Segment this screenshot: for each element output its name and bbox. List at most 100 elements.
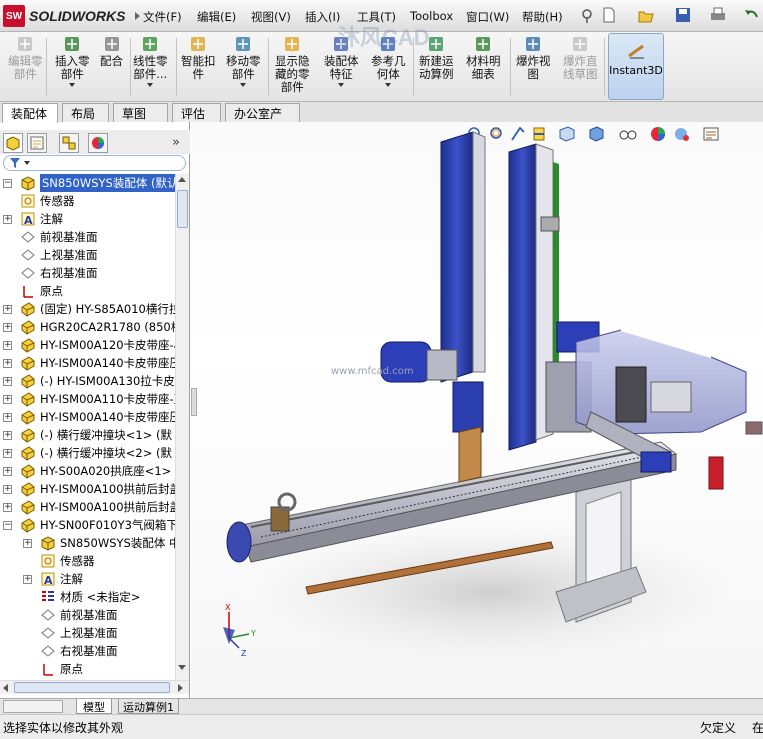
tree-item[interactable]: + (-) 横行缓冲撞块<1> (默 (0, 426, 175, 444)
solidworks-logo[interactable]: SW SOLIDWORKS (3, 5, 141, 27)
tree-expander-icon[interactable]: + (3, 431, 12, 440)
undo-icon[interactable] (742, 6, 760, 24)
feature-manager-tab[interactable] (3, 133, 23, 153)
tree-item[interactable]: + HY-ISM00A140卡皮带座压 (0, 354, 175, 372)
pin-icon[interactable] (578, 6, 596, 24)
menu-item-1[interactable]: 编辑(E) (197, 9, 236, 25)
tool-button-12[interactable]: 爆炸直 线草图 (563, 34, 598, 81)
configuration-manager-tab[interactable] (59, 133, 79, 153)
panel-expand-icon[interactable]: » (172, 135, 180, 150)
open-folder-icon[interactable] (637, 6, 655, 24)
tree-item[interactable]: 前视基准面 (0, 606, 175, 624)
bottom-nav-buttons[interactable] (3, 700, 63, 713)
instant3d-button[interactable]: Instant3D (608, 33, 664, 100)
scroll-up-icon[interactable] (178, 177, 186, 182)
assembly-model[interactable]: X Y Z www.mfcad.com (191, 122, 763, 698)
tab-motion-study[interactable]: 运动算例1 (118, 699, 179, 714)
tool-button-2[interactable]: 配合 (100, 34, 123, 68)
tree-expander-icon[interactable]: + (23, 539, 32, 548)
tool-button-0[interactable]: 编辑零 部件 (8, 34, 43, 81)
tree-expander-icon[interactable]: + (3, 413, 12, 422)
tree-expander-icon[interactable]: + (3, 215, 12, 224)
tree-horizontal-scrollbar[interactable] (0, 680, 189, 694)
tree-item[interactable]: − HY-SN00F010Y3气阀箱下层 (0, 516, 175, 534)
tree-item[interactable]: + HY-ISM00A110卡皮带座-直 (0, 390, 175, 408)
tree-expander-icon[interactable]: + (3, 449, 12, 458)
tree-item[interactable]: 传感器 (0, 192, 175, 210)
h-scroll-thumb[interactable] (14, 682, 170, 693)
tree-item[interactable]: 原点 (0, 660, 175, 678)
tool-button-4[interactable]: 智能扣件 (181, 34, 216, 81)
tool-button-5[interactable]: 移动零 部件 (226, 34, 261, 87)
dropdown-arrow-icon[interactable] (69, 83, 76, 87)
print-icon[interactable] (709, 6, 727, 24)
scroll-down-icon[interactable] (178, 665, 186, 670)
tree-item[interactable]: 传感器 (0, 552, 175, 570)
tree-filter[interactable] (3, 155, 186, 171)
dropdown-arrow-icon[interactable] (147, 83, 154, 87)
tree-item[interactable]: + HY-S00A020拱底座<1> (默 (0, 462, 175, 480)
new-document-icon[interactable] (600, 6, 618, 24)
scroll-thumb[interactable] (177, 190, 188, 228)
tree-expander-icon[interactable]: − (3, 179, 12, 188)
tree-item[interactable]: + HGR20CA2R1780 (850横行 (0, 318, 175, 336)
panel-collapse-handle[interactable] (191, 388, 197, 416)
tree-expander-icon[interactable]: + (3, 377, 12, 386)
tab-3[interactable]: 评估 (172, 103, 221, 122)
dropdown-arrow-icon[interactable] (338, 83, 345, 87)
tree-item[interactable]: 右视基准面 (0, 642, 175, 660)
menu-item-7[interactable]: 帮助(H) (522, 9, 563, 25)
tab-2[interactable]: 草图 (113, 103, 168, 122)
tree-expander-icon[interactable]: + (3, 359, 12, 368)
tree-item[interactable]: 上视基准面 (0, 624, 175, 642)
scroll-left-icon[interactable] (3, 684, 8, 692)
menu-item-2[interactable]: 视图(V) (251, 9, 291, 25)
dropdown-arrow-icon[interactable] (240, 83, 247, 87)
menu-item-3[interactable]: 插入(I) (305, 9, 340, 25)
tree-item[interactable]: + HY-ISM00A140卡皮带座压 (0, 408, 175, 426)
dropdown-arrow-icon[interactable] (385, 83, 392, 87)
tree-item[interactable]: + SN850WSYS装配体 中的 (0, 534, 175, 552)
tree-expander-icon[interactable]: + (23, 575, 32, 584)
tree-item[interactable]: + HY-ISM00A100拱前后封盖 (0, 480, 175, 498)
tab-4[interactable]: 办公室产品 (225, 103, 300, 138)
tree-expander-icon[interactable]: + (3, 323, 12, 332)
tab-0[interactable]: 装配体 (2, 103, 58, 123)
tree-item[interactable]: − SN850WSYS装配体 (默认<显 (0, 174, 175, 192)
tree-item[interactable]: 材质 <未指定> (0, 588, 175, 606)
menu-item-0[interactable]: 文件(F) (143, 9, 182, 25)
tool-button-1[interactable]: 插入零 部件 (55, 34, 90, 87)
filter-drop-icon[interactable] (24, 161, 30, 165)
tree-expander-icon[interactable]: + (3, 395, 12, 404)
property-manager-tab[interactable] (27, 133, 47, 153)
tab-1[interactable]: 布局 (62, 103, 109, 122)
tree-item[interactable]: + A 注解 (0, 210, 175, 228)
tool-button-3[interactable]: 线性零 部件... (133, 34, 168, 87)
tree-item[interactable]: + HY-ISM00A100拱前后封盖 (0, 498, 175, 516)
tool-button-6[interactable]: 显示隐 藏的零 部件 (275, 34, 310, 94)
tree-item[interactable]: 原点 (0, 282, 175, 300)
tree-item[interactable]: + (-) 横行缓冲撞块<2> (默 (0, 444, 175, 462)
tree-item[interactable]: 前视基准面 (0, 228, 175, 246)
tree-expander-icon[interactable]: + (3, 305, 12, 314)
tree-item[interactable]: + (固定) HY-S85A010横行拉 (0, 300, 175, 318)
tool-button-11[interactable]: 爆炸视图 (516, 34, 551, 81)
tree-expander-icon[interactable]: + (3, 467, 12, 476)
tool-button-10[interactable]: 材料明 细表 (466, 34, 501, 81)
save-icon[interactable] (674, 6, 692, 24)
tree-expander-icon[interactable]: + (3, 341, 12, 350)
tree-vertical-scrollbar[interactable] (175, 174, 189, 682)
graphics-area[interactable]: X Y Z www.mfcad.com (191, 122, 763, 698)
tab-model[interactable]: 模型 (76, 699, 112, 714)
tree-expander-icon[interactable]: + (3, 503, 12, 512)
menu-item-6[interactable]: 窗口(W) (466, 9, 509, 25)
tree-expander-icon[interactable]: + (3, 485, 12, 494)
tree-item[interactable]: 上视基准面 (0, 246, 175, 264)
tree-item[interactable]: + A 注解 (0, 570, 175, 588)
tree-item[interactable]: + HY-ISM00A120卡皮带座-小 (0, 336, 175, 354)
tree-expander-icon[interactable]: − (3, 521, 12, 530)
tree-item[interactable]: + (-) HY-ISM00A130拉卡皮 (0, 372, 175, 390)
tree-item[interactable]: 右视基准面 (0, 264, 175, 282)
scroll-right-icon[interactable] (178, 684, 183, 692)
display-manager-tab[interactable] (88, 133, 108, 153)
